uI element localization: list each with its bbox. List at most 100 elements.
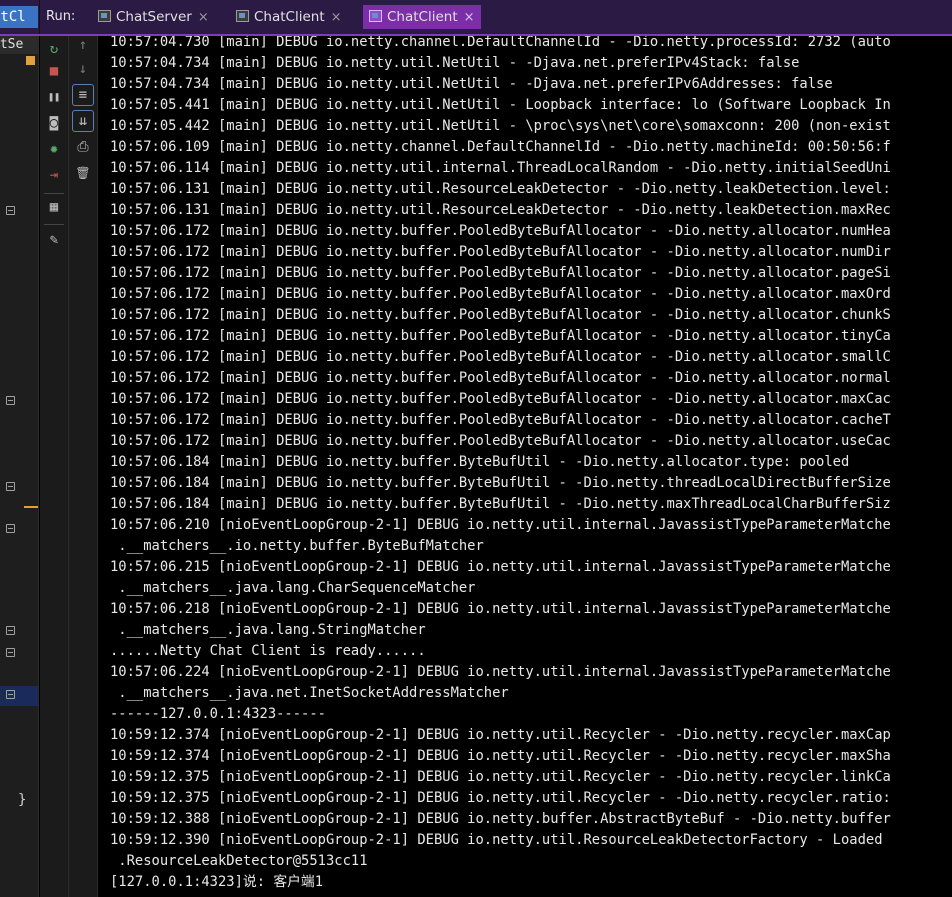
console-output[interactable]: 10:57:04.730 [main] DEBUG io.netty.chann…: [98, 36, 952, 897]
console-line: .ResourceLeakDetector@5513cc11: [110, 853, 368, 869]
close-icon[interactable]: ×: [331, 10, 342, 25]
console-line: 10:57:06.172 [main] DEBUG io.netty.buffe…: [110, 265, 891, 281]
arrow-down-glyph: ↓: [78, 61, 88, 77]
soft-wrap-glyph: ≡: [78, 87, 88, 103]
layout-icon[interactable]: ▦: [45, 198, 63, 216]
pause-glyph: ❚❚: [47, 91, 61, 103]
pin-icon[interactable]: ✎: [45, 231, 63, 249]
console-line: 10:57:06.210 [nioEventLoopGroup-2-1] DEB…: [110, 517, 891, 533]
tab-label: ChatClient: [254, 9, 325, 25]
fold-icon[interactable]: [6, 524, 15, 533]
console-line: 10:57:06.172 [main] DEBUG io.netty.buffe…: [110, 223, 891, 239]
run-label: Run:: [46, 9, 76, 24]
pause-icon[interactable]: ❚❚: [45, 88, 63, 106]
closing-brace: }: [18, 792, 27, 808]
console-line: 10:57:04.730 [main] DEBUG io.netty.chann…: [110, 36, 891, 50]
console-line: 10:57:06.172 [main] DEBUG io.netty.buffe…: [110, 370, 891, 386]
editor-tab-stub[interactable]: atCl: [0, 6, 38, 28]
run-config-icon: [98, 10, 111, 22]
console-line: 10:59:12.390 [nioEventLoopGroup-2-1] DEB…: [110, 832, 883, 848]
console-line: 10:57:06.172 [main] DEBUG io.netty.buffe…: [110, 349, 891, 365]
console-line: 10:57:06.131 [main] DEBUG io.netty.util.…: [110, 202, 891, 218]
rerun-glyph: ↻: [49, 41, 59, 57]
console-line: 10:57:06.114 [main] DEBUG io.netty.util.…: [110, 160, 891, 176]
arrow-up-glyph: ↑: [78, 37, 88, 53]
console-line: 10:57:06.172 [main] DEBUG io.netty.buffe…: [110, 433, 891, 449]
run-config-icon: [369, 10, 382, 22]
console-line: 10:59:12.388 [nioEventLoopGroup-2-1] DEB…: [110, 811, 891, 827]
stop-icon[interactable]: ■: [45, 62, 63, 80]
console-line: [127.0.0.1:4323]说: 客户端1: [110, 874, 324, 890]
trash-glyph: 🗑: [75, 166, 91, 180]
console-line: 10:57:04.734 [main] DEBUG io.netty.util.…: [110, 55, 800, 71]
console-line: 10:57:06.224 [nioEventLoopGroup-2-1] DEB…: [110, 664, 891, 680]
console-line: 10:59:12.375 [nioEventLoopGroup-2-1] DEB…: [110, 769, 891, 785]
stop-glyph: ■: [49, 63, 59, 79]
console-line: 10:57:06.184 [main] DEBUG io.netty.buffe…: [110, 454, 850, 470]
console-line: 10:57:05.442 [main] DEBUG io.netty.util.…: [110, 118, 891, 134]
rerun-icon[interactable]: ↻: [45, 40, 63, 58]
console-line: 10:57:06.172 [main] DEBUG io.netty.buffe…: [110, 412, 891, 428]
fold-icon[interactable]: [6, 206, 15, 215]
divider: [44, 224, 64, 225]
editor-tab-label[interactable]: atSe: [0, 36, 38, 54]
print-icon[interactable]: ⎙: [74, 138, 92, 156]
exit-icon[interactable]: ⇥: [45, 166, 63, 184]
divider: [44, 193, 64, 194]
scroll-end-glyph: ⇊: [78, 113, 88, 129]
console-line: 10:57:06.184 [main] DEBUG io.netty.buffe…: [110, 475, 891, 491]
print-glyph: ⎙: [77, 139, 89, 155]
scroll-to-end-icon[interactable]: ⇊: [72, 110, 94, 132]
console-line: 10:57:06.172 [main] DEBUG io.netty.buffe…: [110, 307, 891, 323]
fold-icon[interactable]: [6, 626, 15, 635]
fold-icon[interactable]: [6, 396, 15, 405]
close-icon[interactable]: ×: [464, 10, 475, 25]
soft-wrap-icon[interactable]: ≡: [72, 84, 94, 106]
console-line: ......Netty Chat Client is ready......: [110, 643, 426, 659]
console-line: 10:57:06.184 [main] DEBUG io.netty.buffe…: [110, 496, 891, 512]
arrow-down-icon[interactable]: ↓: [74, 60, 92, 78]
tab-label: ChatServer: [116, 9, 192, 25]
console-line: 10:57:06.172 [main] DEBUG io.netty.buffe…: [110, 286, 891, 302]
editor-gutter: atSe }: [0, 36, 39, 897]
console-line: 10:57:06.172 [main] DEBUG io.netty.buffe…: [110, 328, 891, 344]
console-line: 10:57:06.215 [nioEventLoopGroup-2-1] DEB…: [110, 559, 891, 575]
tab-label: ChatClient: [387, 9, 458, 25]
console-line: .__matchers__.java.lang.CharSequenceMatc…: [110, 580, 476, 596]
pin-glyph: ✎: [49, 232, 59, 248]
divider: [39, 0, 40, 34]
trash-icon[interactable]: 🗑: [74, 164, 92, 182]
console-line: 10:57:06.131 [main] DEBUG io.netty.util.…: [110, 181, 891, 197]
tab-chatclient-2[interactable]: ChatClient ×: [363, 5, 481, 29]
tab-chatserver[interactable]: ChatServer ×: [92, 5, 215, 29]
console-line: .__matchers__.java.net.InetSocketAddress…: [110, 685, 509, 701]
change-marker: [24, 506, 38, 508]
console-line: 10:57:06.172 [main] DEBUG io.netty.buffe…: [110, 244, 891, 260]
console-line: 10:57:05.441 [main] DEBUG io.netty.util.…: [110, 97, 891, 113]
fold-icon[interactable]: [6, 648, 15, 657]
run-toolbar-primary: ↻ ■ ❚❚ ◙ ✹ ⇥ ▦ ✎: [40, 36, 69, 897]
fold-icon[interactable]: [6, 690, 15, 699]
console-line: 10:59:12.375 [nioEventLoopGroup-2-1] DEB…: [110, 790, 891, 806]
camera-icon[interactable]: ◙: [45, 114, 63, 132]
warning-marker[interactable]: [26, 56, 35, 65]
debug-bug-icon[interactable]: ✹: [45, 140, 63, 158]
close-icon[interactable]: ×: [198, 10, 209, 25]
console-line: 10:57:04.734 [main] DEBUG io.netty.util.…: [110, 76, 833, 92]
console-line: .__matchers__.java.lang.StringMatcher: [110, 622, 426, 638]
console-line: .__matchers__.io.netty.buffer.ByteBufMat…: [110, 538, 484, 554]
run-toolbar-secondary: ↑ ↓ ≡ ⇊ ⎙ 🗑: [69, 36, 98, 897]
layout-glyph: ▦: [49, 199, 59, 215]
console-line: 10:57:06.218 [nioEventLoopGroup-2-1] DEB…: [110, 601, 891, 617]
fold-icon[interactable]: [6, 482, 15, 491]
camera-glyph: ◙: [49, 115, 59, 131]
console-line: 10:59:12.374 [nioEventLoopGroup-2-1] DEB…: [110, 727, 891, 743]
console-line: 10:59:12.374 [nioEventLoopGroup-2-1] DEB…: [110, 748, 891, 764]
console-line: 10:57:06.109 [main] DEBUG io.netty.chann…: [110, 139, 891, 155]
tab-chatclient-1[interactable]: ChatClient ×: [230, 5, 348, 29]
arrow-up-icon[interactable]: ↑: [74, 36, 92, 54]
run-config-icon: [236, 10, 249, 22]
exit-glyph: ⇥: [49, 167, 59, 183]
run-tab-bar: atCl Run: ChatServer × ChatClient × ChatCl…: [0, 0, 952, 36]
console-line: ------127.0.0.1:4323------: [110, 706, 326, 722]
